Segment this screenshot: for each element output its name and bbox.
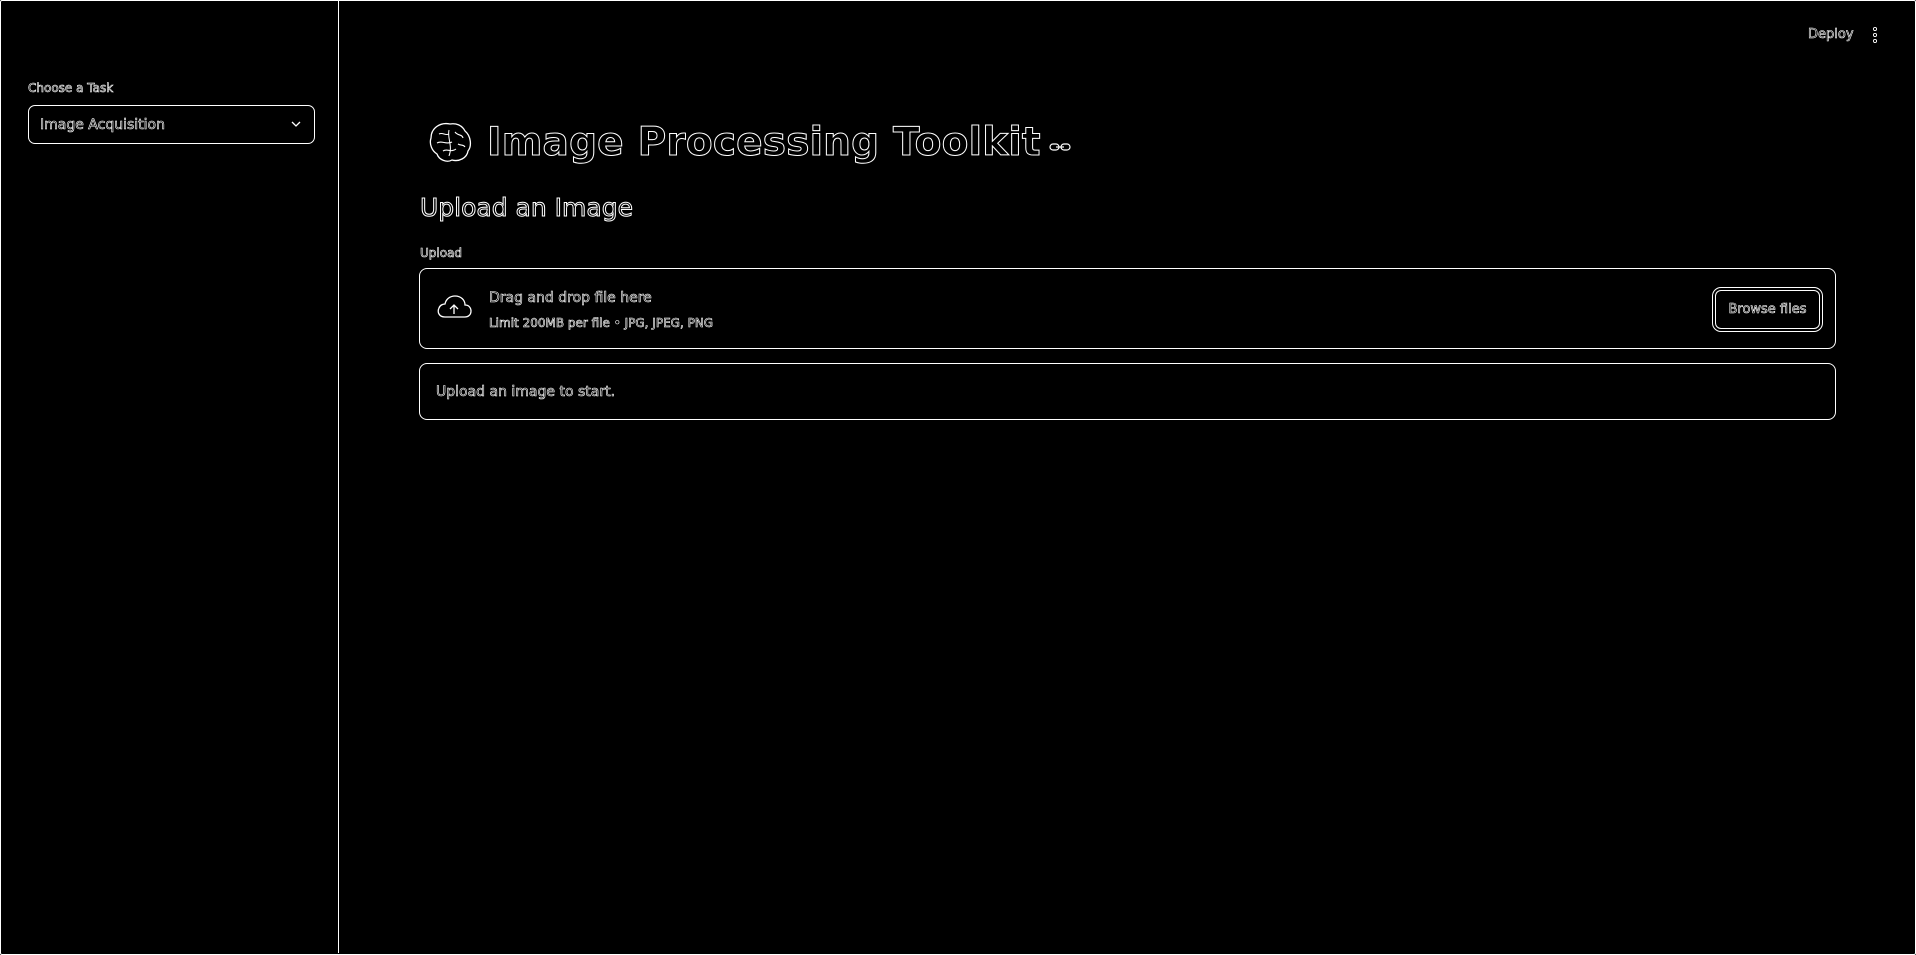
file-dropzone[interactable]: Drag and drop file here Limit 200MB per … — [419, 268, 1836, 349]
section-subheader: Upload an Image — [420, 193, 634, 223]
info-alert-text: Upload an image to start. — [436, 384, 616, 401]
cloud-upload-icon — [437, 295, 472, 318]
task-select-value: Image Acquisition — [40, 117, 166, 134]
dropzone-title: Drag and drop file here — [489, 290, 652, 307]
sidebar: Choose a Task Image Acquisition — [1, 1, 339, 953]
info-alert: Upload an image to start. — [419, 363, 1836, 420]
page-title-row: Image Processing Toolkit — [425, 116, 1071, 168]
deploy-button[interactable]: Deploy — [1808, 27, 1854, 43]
chevron-down-icon — [291, 121, 301, 127]
anchor-link-icon[interactable] — [1049, 141, 1071, 153]
kebab-menu-icon[interactable] — [1872, 26, 1878, 44]
browse-files-button[interactable]: Browse files — [1712, 287, 1823, 332]
page-title: Image Processing Toolkit — [487, 119, 1042, 165]
task-select-label: Choose a Task — [28, 81, 114, 96]
brain-icon — [429, 122, 472, 162]
uploader-label: Upload — [420, 246, 463, 261]
dropzone-limit-text: Limit 200MB per file • JPG, JPEG, PNG — [489, 316, 714, 331]
task-select[interactable]: Image Acquisition — [28, 105, 315, 144]
